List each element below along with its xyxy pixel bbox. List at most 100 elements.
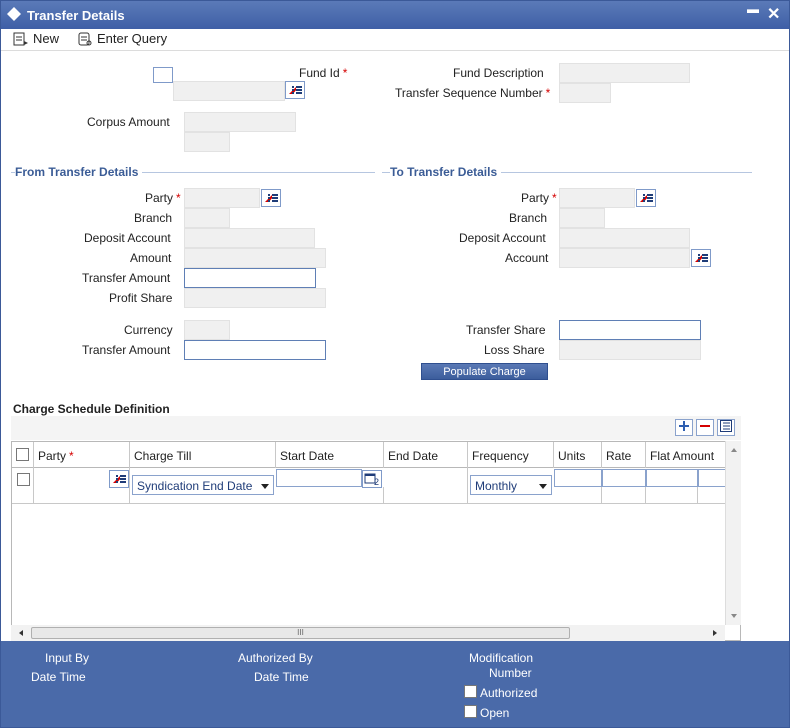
start-date-input[interactable] — [276, 469, 362, 487]
fund-id-lov-button[interactable] — [285, 81, 305, 99]
fund-select-icon[interactable] — [153, 67, 173, 83]
col-units[interactable]: Units — [554, 442, 602, 468]
transfer-share-input[interactable] — [559, 320, 701, 340]
from-transfer-amount-input[interactable] — [184, 268, 316, 288]
col-rate[interactable]: Rate — [602, 442, 646, 468]
transfer-sequence-field[interactable] — [559, 83, 611, 103]
col-charge-till[interactable]: Charge Till — [130, 442, 276, 468]
from-party-lov-button[interactable] — [261, 189, 281, 207]
corpus-amount-label: Corpus Amount — [87, 115, 170, 129]
svg-text:2: 2 — [374, 477, 379, 487]
from-party-label: Party * — [145, 191, 181, 205]
currency-label: Currency — [124, 323, 173, 337]
to-deposit-account-label: Deposit Account — [459, 231, 546, 245]
loss-share-label: Loss Share — [484, 343, 545, 357]
from-section-title: From Transfer Details — [15, 165, 143, 179]
enter-query-label: Enter Query — [97, 31, 168, 46]
scroll-down-icon[interactable] — [726, 611, 742, 621]
select-all-cell — [12, 442, 34, 468]
rate-input[interactable] — [602, 469, 646, 487]
from-branch-field — [184, 208, 230, 228]
to-section-title: To Transfer Details — [390, 165, 502, 179]
transfer-amount-input[interactable] — [184, 340, 326, 360]
frequency-select[interactable]: Monthly — [470, 475, 552, 495]
col-end-date[interactable]: End Date — [384, 442, 468, 468]
date-time-label-2: Date Time — [254, 670, 309, 684]
populate-charge-button[interactable]: Populate Charge — [421, 363, 548, 380]
to-account-label: Account — [505, 251, 549, 265]
plus-icon — [679, 421, 689, 431]
close-button[interactable]: ✕ — [767, 4, 780, 24]
delete-row-button[interactable] — [696, 419, 714, 436]
from-profit-share-label: Profit Share — [109, 291, 173, 305]
to-party-input[interactable] — [559, 188, 635, 208]
col-frequency[interactable]: Frequency — [468, 442, 554, 468]
from-branch-label: Branch — [134, 211, 173, 225]
end-date-cell[interactable] — [384, 468, 468, 504]
charge-till-select[interactable]: Syndication End Date — [132, 475, 274, 495]
charge-schedule-grid: Party * Charge Till Start Date End Date F… — [11, 441, 741, 641]
query-icon — [78, 32, 92, 46]
open-checkbox[interactable] — [464, 705, 477, 718]
title-bar: Transfer Details ▬ ✕ — [1, 1, 789, 29]
to-deposit-account-field — [559, 228, 690, 248]
to-party-lov-button[interactable] — [636, 189, 656, 207]
audit-footer: Input By Date Time Authorized By Date Ti… — [1, 641, 789, 727]
list-view-icon — [720, 420, 732, 432]
minimize-button[interactable]: ▬ — [747, 2, 759, 16]
from-transfer-amount-label: Transfer Amount — [82, 271, 171, 285]
diamond-icon — [7, 7, 21, 21]
calendar-icon: 2 — [364, 473, 379, 487]
col-flat-amount[interactable]: Flat Amount — [646, 442, 726, 468]
col-party[interactable]: Party * — [34, 442, 130, 468]
grid-header: Party * Charge Till Start Date End Date F… — [12, 442, 726, 468]
transfer-amount-label: Transfer Amount — [82, 343, 171, 357]
new-button[interactable]: New — [13, 31, 59, 49]
date-time-label-1: Date Time — [31, 670, 86, 684]
units-input[interactable] — [554, 469, 602, 487]
horizontal-scrollbar[interactable]: III — [11, 625, 725, 641]
extra-input[interactable] — [698, 469, 726, 487]
to-account-input[interactable] — [559, 248, 690, 268]
start-date-lower — [276, 487, 384, 504]
fund-id-input[interactable] — [173, 81, 285, 101]
flat-amount-input[interactable] — [646, 469, 698, 487]
from-amount-label: Amount — [130, 251, 172, 265]
to-branch-label: Branch — [509, 211, 548, 225]
calendar-button[interactable]: 2 — [362, 470, 382, 488]
single-view-button[interactable] — [717, 419, 735, 436]
scroll-up-icon[interactable] — [726, 445, 742, 455]
modification-label: Modification — [469, 651, 534, 665]
scroll-thumb[interactable]: III — [31, 627, 570, 639]
fund-description-label: Fund Description — [453, 66, 544, 80]
flat-amount-lower — [646, 487, 698, 504]
charge-schedule-title: Charge Schedule Definition — [13, 402, 170, 416]
from-party-input[interactable] — [184, 188, 260, 208]
authorized-by-label: Authorized By — [238, 651, 313, 665]
row-checkbox[interactable] — [17, 473, 30, 486]
authorized-label: Authorized — [480, 686, 538, 700]
select-all-checkbox[interactable] — [16, 448, 29, 461]
col-start-date[interactable]: Start Date — [276, 442, 384, 468]
vertical-scrollbar[interactable] — [725, 441, 741, 625]
corpus-currency-field — [184, 132, 230, 152]
window-title: Transfer Details — [27, 8, 125, 23]
number-label: Number — [489, 666, 532, 680]
grid-toolbar — [11, 416, 741, 440]
authorized-checkbox[interactable] — [464, 685, 477, 698]
from-profit-share-field — [184, 288, 326, 308]
scroll-right-icon[interactable] — [709, 625, 721, 641]
fund-description-field — [559, 63, 690, 83]
enter-query-button[interactable]: Enter Query — [77, 31, 167, 49]
from-amount-field — [184, 248, 326, 268]
to-account-lov-button[interactable] — [691, 249, 711, 267]
to-party-label: Party * — [521, 191, 557, 205]
transfer-details-window: Transfer Details ▬ ✕ New Enter Query Fun… — [0, 0, 790, 728]
fund-id-label: Fund Id * — [299, 66, 348, 80]
add-row-button[interactable] — [675, 419, 693, 436]
units-lower — [554, 487, 602, 504]
transfer-sequence-label: Transfer Sequence Number * — [395, 86, 551, 100]
scroll-left-icon[interactable] — [15, 625, 27, 641]
new-document-icon — [13, 32, 28, 46]
row-party-lov-button[interactable] — [109, 470, 129, 488]
